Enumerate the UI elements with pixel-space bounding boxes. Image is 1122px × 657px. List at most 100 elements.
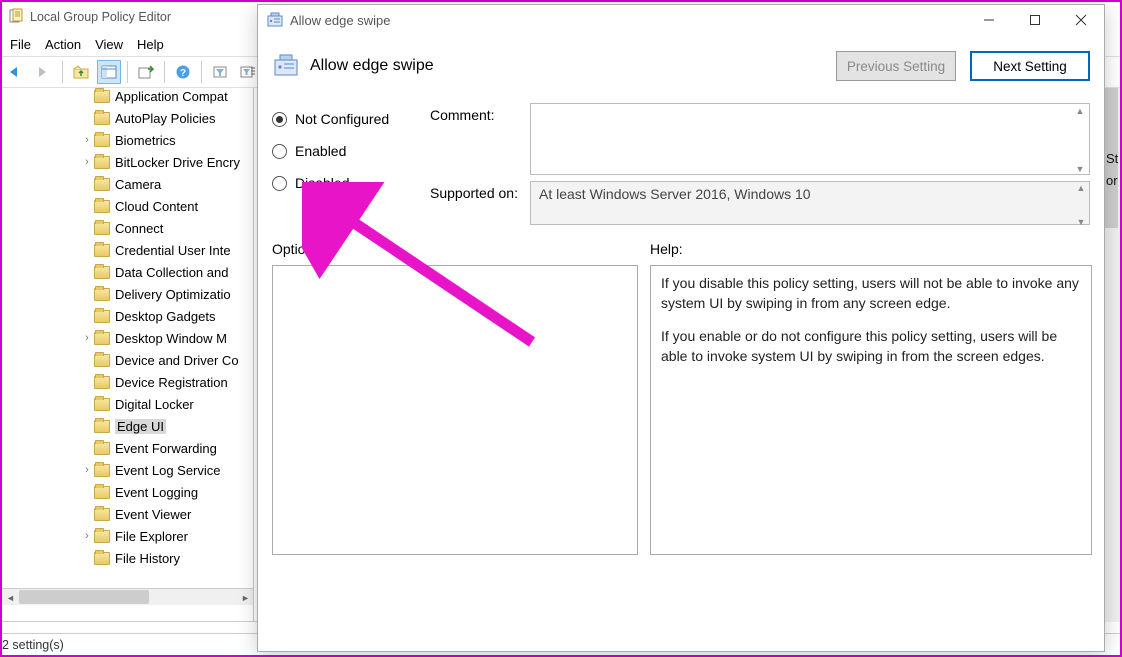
comment-textarea[interactable]: ▲▼	[530, 103, 1090, 175]
tree-item-label: Camera	[115, 177, 161, 192]
tree-expander-icon[interactable]: ›	[80, 464, 94, 476]
tree-item[interactable]: Camera	[2, 173, 253, 195]
tree-item-label: Event Logging	[115, 485, 198, 500]
radio-disabled[interactable]: Disabled	[272, 167, 430, 199]
tree-item-label: AutoPlay Policies	[115, 111, 215, 126]
tree-item-label: Event Viewer	[115, 507, 191, 522]
next-setting-button[interactable]: Next Setting	[970, 51, 1090, 81]
toolbar-folder-up-button[interactable]	[69, 60, 93, 84]
tree-item[interactable]: Connect	[2, 217, 253, 239]
tree-item[interactable]: › File Explorer	[2, 525, 253, 547]
tree-item[interactable]: Delivery Optimizatio	[2, 283, 253, 305]
dialog-heading-text: Allow edge swipe	[310, 57, 434, 75]
dialog-title-icon	[266, 11, 284, 29]
tree-expander-icon[interactable]: ›	[80, 156, 94, 168]
tree-item-label: Event Log Service	[115, 463, 221, 478]
folder-icon	[94, 354, 110, 367]
dialog-titlebar[interactable]: Allow edge swipe	[258, 5, 1104, 35]
tree-item-label: Edge UI	[115, 419, 166, 434]
folder-icon	[94, 464, 110, 477]
menu-view[interactable]: View	[95, 37, 123, 52]
tree-item[interactable]: Credential User Inte	[2, 239, 253, 261]
tree-horizontal-scrollbar[interactable]: ◄ ►	[2, 588, 254, 605]
tree-item-label: Desktop Gadgets	[115, 309, 215, 324]
menu-help[interactable]: Help	[137, 37, 164, 52]
tree-item-label: Event Forwarding	[115, 441, 217, 456]
scroll-down-icon: ▼	[1074, 217, 1088, 227]
tree-item-label: Data Collection and	[115, 265, 228, 280]
scroll-up-icon[interactable]: ▲	[1073, 106, 1087, 116]
gp-title-text: Local Group Policy Editor	[30, 10, 171, 24]
close-button[interactable]	[1058, 5, 1104, 35]
tree-item[interactable]: Desktop Gadgets	[2, 305, 253, 327]
folder-icon	[94, 90, 110, 103]
tree-item-label: Delivery Optimizatio	[115, 287, 231, 302]
tree-item[interactable]: Event Forwarding	[2, 437, 253, 459]
folder-icon	[94, 420, 110, 433]
policy-dialog: Allow edge swipe Allow edge swipe Previo…	[257, 4, 1105, 652]
tree-item-label: Application Compat	[115, 89, 228, 104]
tree-expander-icon[interactable]: ›	[80, 530, 94, 542]
menu-file[interactable]: File	[10, 37, 31, 52]
tree-item[interactable]: Digital Locker	[2, 393, 253, 415]
tree-item[interactable]: Application Compat	[2, 88, 253, 107]
dialog-heading-icon	[272, 52, 300, 81]
tree-item[interactable]: Event Viewer	[2, 503, 253, 525]
toolbar-view-button[interactable]	[97, 60, 121, 84]
radio-enabled[interactable]: Enabled	[272, 135, 430, 167]
tree-item[interactable]: AutoPlay Policies	[2, 107, 253, 129]
tree-item[interactable]: Device Registration	[2, 371, 253, 393]
folder-icon	[94, 288, 110, 301]
options-box	[272, 265, 638, 555]
tree-pane[interactable]: Application Compat AutoPlay Policies › Biom…	[2, 88, 254, 621]
tree-item-label: Device and Driver Co	[115, 353, 239, 368]
folder-icon	[94, 178, 110, 191]
comment-label: Comment:	[430, 103, 530, 123]
tree-item-label: Biometrics	[115, 133, 176, 148]
supported-on-text: At least Windows Server 2016, Windows 10…	[530, 181, 1090, 225]
help-paragraph-1: If you disable this policy setting, user…	[661, 274, 1081, 313]
tree-item[interactable]: ›BitLocker Drive Encry	[2, 151, 253, 173]
radio-not-configured[interactable]: Not Configured	[272, 103, 430, 135]
help-box[interactable]: If you disable this policy setting, user…	[650, 265, 1092, 555]
tree-item-label: Cloud Content	[115, 199, 198, 214]
tree-item-label: File Explorer	[115, 529, 188, 544]
tree-item[interactable]: Device and Driver Co	[2, 349, 253, 371]
folder-icon	[94, 222, 110, 235]
toolbar-help-button[interactable]: ?	[171, 60, 195, 84]
tree-item[interactable]: Cloud Content	[2, 195, 253, 217]
scroll-right-icon[interactable]: ►	[237, 589, 254, 606]
tree-item-label: Credential User Inte	[115, 243, 231, 258]
maximize-button[interactable]	[1012, 5, 1058, 35]
folder-icon	[94, 376, 110, 389]
folder-icon	[94, 332, 110, 345]
menu-action[interactable]: Action	[45, 37, 81, 52]
scroll-down-icon[interactable]: ▼	[1073, 164, 1087, 174]
tree-item[interactable]: Data Collection and	[2, 261, 253, 283]
folder-icon	[94, 310, 110, 323]
minimize-button[interactable]	[966, 5, 1012, 35]
folder-icon	[94, 552, 110, 565]
tree-item[interactable]: Event Logging	[2, 481, 253, 503]
folder-icon	[94, 244, 110, 257]
scroll-thumb[interactable]	[19, 590, 149, 604]
toolbar-filter-button[interactable]	[208, 60, 232, 84]
nav-back-button[interactable]	[4, 60, 28, 84]
scroll-left-icon[interactable]: ◄	[2, 589, 19, 606]
tree-item[interactable]: › Desktop Window M	[2, 327, 253, 349]
tree-item[interactable]: File History	[2, 547, 253, 569]
tree-item[interactable]: Edge UI	[2, 415, 253, 437]
toolbar-export-button[interactable]	[134, 60, 158, 84]
tree-item-label: Desktop Window M	[115, 331, 227, 346]
tree-item[interactable]: › Biometrics	[2, 129, 253, 151]
tree-expander-icon[interactable]: ›	[80, 332, 94, 344]
tree-item[interactable]: › Event Log Service	[2, 459, 253, 481]
folder-icon	[94, 530, 110, 543]
dialog-title-text: Allow edge swipe	[290, 13, 390, 28]
folder-icon	[94, 442, 110, 455]
folder-icon	[94, 266, 110, 279]
status-text: 2 setting(s)	[2, 638, 64, 652]
folder-icon	[94, 112, 110, 125]
tree-expander-icon[interactable]: ›	[80, 134, 94, 146]
nav-forward-button[interactable]	[32, 60, 56, 84]
